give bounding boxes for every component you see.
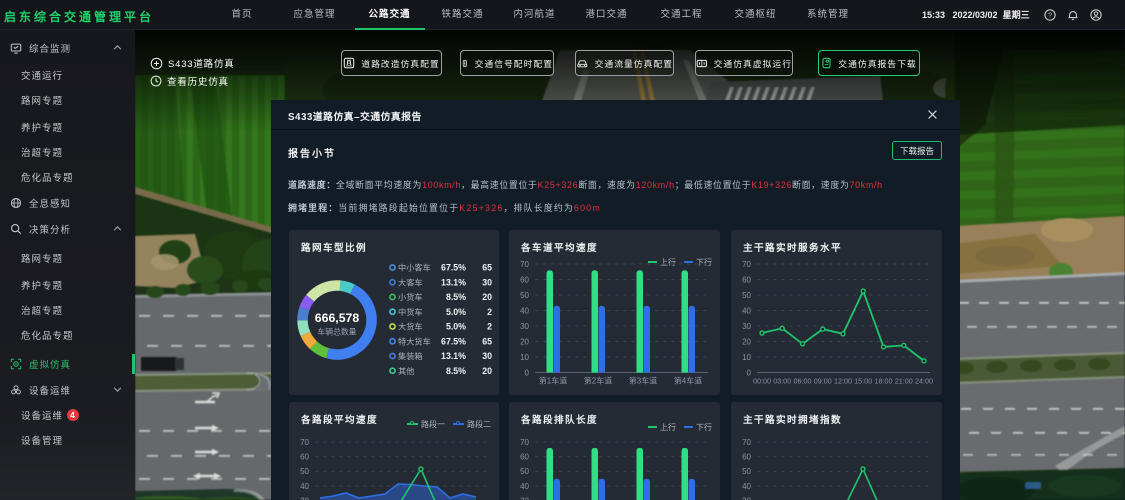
svg-text:60: 60 (300, 453, 309, 462)
svg-text:40: 40 (520, 482, 529, 491)
svg-text:24:00: 24:00 (915, 377, 933, 386)
svg-text:50: 50 (520, 467, 529, 476)
svg-text:40: 40 (300, 482, 309, 491)
svg-text:40: 40 (742, 482, 751, 491)
svg-text:60: 60 (520, 275, 529, 284)
svg-text:20: 20 (520, 337, 529, 346)
svg-text:30: 30 (742, 322, 751, 331)
svg-text:18:00: 18:00 (875, 377, 893, 386)
svg-text:03:00: 03:00 (773, 377, 791, 386)
svg-text:20: 20 (482, 366, 492, 376)
svg-text:50: 50 (742, 467, 751, 476)
svg-text:0: 0 (747, 368, 752, 377)
svg-text:8.5%: 8.5% (446, 366, 466, 376)
svg-text:2: 2 (487, 322, 492, 332)
svg-text:第3车道: 第3车道 (629, 376, 657, 386)
svg-text:5.0%: 5.0% (446, 322, 466, 332)
svg-text:2: 2 (487, 307, 492, 317)
svg-text:60: 60 (742, 453, 751, 462)
svg-text:0: 0 (525, 368, 530, 377)
svg-text:09:00: 09:00 (814, 377, 832, 386)
svg-text:60: 60 (520, 453, 529, 462)
svg-text:中货车: 中货车 (398, 307, 423, 317)
svg-text:666,578: 666,578 (315, 311, 360, 325)
svg-text:67.5%: 67.5% (441, 336, 466, 346)
svg-text:中小客车: 中小客车 (398, 263, 431, 273)
svg-text:其他: 其他 (398, 366, 414, 376)
svg-text:集装箱: 集装箱 (398, 351, 423, 361)
svg-text:40: 40 (742, 306, 751, 315)
svg-text:50: 50 (742, 291, 751, 300)
svg-text:65: 65 (482, 263, 492, 273)
svg-text:小货车: 小货车 (398, 292, 423, 302)
svg-text:70: 70 (742, 260, 751, 269)
svg-text:特大货车: 特大货车 (398, 336, 431, 346)
svg-text:21:00: 21:00 (895, 377, 913, 386)
svg-text:8.5%: 8.5% (446, 292, 466, 302)
svg-text:13.1%: 13.1% (441, 351, 466, 361)
svg-text:60: 60 (742, 275, 751, 284)
svg-text:65: 65 (482, 336, 492, 346)
svg-text:00:00: 00:00 (753, 377, 771, 386)
svg-text:10: 10 (742, 353, 751, 362)
svg-text:20: 20 (742, 337, 751, 346)
svg-text:大货车: 大货车 (398, 322, 423, 332)
svg-text:第2车道: 第2车道 (584, 376, 612, 386)
svg-text:?: ? (1048, 11, 1052, 20)
svg-text:10: 10 (520, 353, 529, 362)
svg-text:70: 70 (520, 438, 529, 447)
svg-text:15:00: 15:00 (854, 377, 872, 386)
svg-text:30: 30 (482, 351, 492, 361)
svg-text:40: 40 (520, 306, 529, 315)
svg-text:50: 50 (520, 291, 529, 300)
svg-text:30: 30 (482, 277, 492, 287)
svg-text:车辆总数量: 车辆总数量 (318, 327, 357, 337)
svg-text:30: 30 (520, 322, 529, 331)
svg-text:第1车道: 第1车道 (539, 376, 567, 386)
svg-text:13.1%: 13.1% (441, 277, 466, 287)
svg-text:12:00: 12:00 (834, 377, 852, 386)
svg-text:大客车: 大客车 (398, 277, 423, 287)
svg-text:67.5%: 67.5% (441, 263, 466, 273)
svg-text:70: 70 (742, 438, 751, 447)
svg-text:70: 70 (300, 438, 309, 447)
svg-text:20: 20 (482, 292, 492, 302)
svg-text:第4车道: 第4车道 (674, 376, 702, 386)
svg-text:70: 70 (520, 260, 529, 269)
svg-text:50: 50 (300, 467, 309, 476)
svg-text:06:00: 06:00 (794, 377, 812, 386)
svg-text:5.0%: 5.0% (446, 307, 466, 317)
